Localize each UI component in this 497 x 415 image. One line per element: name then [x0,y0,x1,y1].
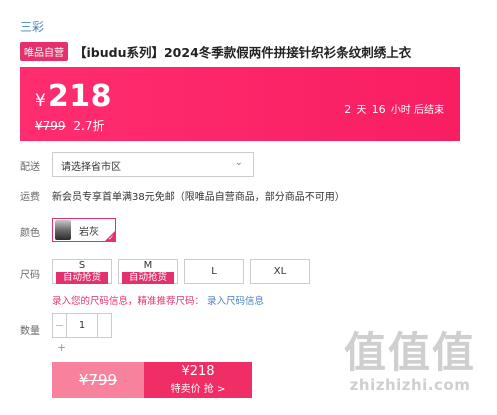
countdown-hours-unit: 小时 [390,105,411,116]
region-select-placeholder: 请选择省市区 [61,162,121,173]
auto-restock-tag: 自动抢货 [122,272,174,284]
buy-original-price: ¥799 [52,362,144,398]
size-option-label: L [211,266,217,277]
region-select[interactable]: 请选择省市区 ⌄ [52,152,254,177]
countdown-days: 2 [344,103,352,116]
watermark-logo: 值值值 [343,328,476,377]
quantity-decrease-button[interactable]: − [53,314,67,337]
buy-price: ¥218 [181,364,215,379]
size-recommend-note: 录入您的尺码信息，精准推荐尺码： 录入尺码信息 [52,293,264,307]
buy-label: 特卖价 抢 > [170,384,226,395]
auto-restock-tag: 自动抢货 [56,272,108,284]
size-option-label: S [78,260,86,271]
color-label: 颜色 [20,228,40,239]
price-sub: ¥799 2.7折 [35,117,104,134]
freight-info: 新会员专享首单满38元免邮（限唯品自营商品，部分商品不可用） [52,192,345,203]
color-thumbnail [55,220,71,240]
check-icon: ✓ [108,234,114,242]
countdown-hours: 16 [371,103,386,116]
size-label: 尺码 [20,270,40,281]
discount-rate: 2.7折 [73,119,105,133]
countdown-timer: 2 天 16 小时 后结束 [342,101,444,116]
buy-bar: ¥799 ¥218 特卖价 抢 > [52,362,252,398]
chevron-down-icon: ⌄ [234,157,243,168]
countdown-days-unit: 天 [356,105,367,116]
quantity-increase-button[interactable]: + [57,341,66,354]
currency-symbol: ¥ [35,91,46,111]
color-option-selected[interactable]: 岩灰 ✓ [52,218,116,242]
size-option-label: XL [273,266,287,277]
current-price-value: 218 [47,79,112,114]
size-option-xl[interactable]: XL [250,259,310,284]
size-option-label: M [143,260,153,271]
size-option-s[interactable]: S 自动抢货 [52,259,112,284]
size-option-l[interactable]: L [184,259,244,284]
site-watermark: 值值值 zhizhizhi.com [330,328,490,395]
size-option-m[interactable]: M 自动抢货 [118,259,178,284]
size-note-text: 录入您的尺码信息，精准推荐尺码： [52,296,205,307]
original-price: ¥799 [35,119,66,133]
quantity-input[interactable]: 1 [67,314,97,337]
current-price: ¥ 218 [35,79,112,114]
color-name: 岩灰 [79,226,99,238]
price-banner: ¥ 218 ¥799 2.7折 2 天 16 小时 后结束 [20,67,460,141]
watermark-url: zhizhizhi.com [349,376,471,394]
self-operated-badge: 唯品自营 [20,42,68,61]
freight-label: 运费 [20,192,40,203]
product-title: 【ibudu系列】2024冬季款假两件拼接针织衫条纹刺绣上衣 [74,45,412,60]
brand-link[interactable]: 三彩 [20,18,44,35]
buy-now-button[interactable]: ¥218 特卖价 抢 > [144,362,252,398]
enter-size-info-link[interactable]: 录入尺码信息 [207,296,264,307]
product-title-row: 唯品自营 【ibudu系列】2024冬季款假两件拼接针织衫条纹刺绣上衣 [20,42,411,61]
quantity-stepper: − 1 [52,313,112,338]
quantity-stepper-side [97,314,111,337]
delivery-label: 配送 [20,162,40,173]
countdown-suffix: 后结束 [414,105,444,116]
quantity-label: 数量 [20,326,40,337]
